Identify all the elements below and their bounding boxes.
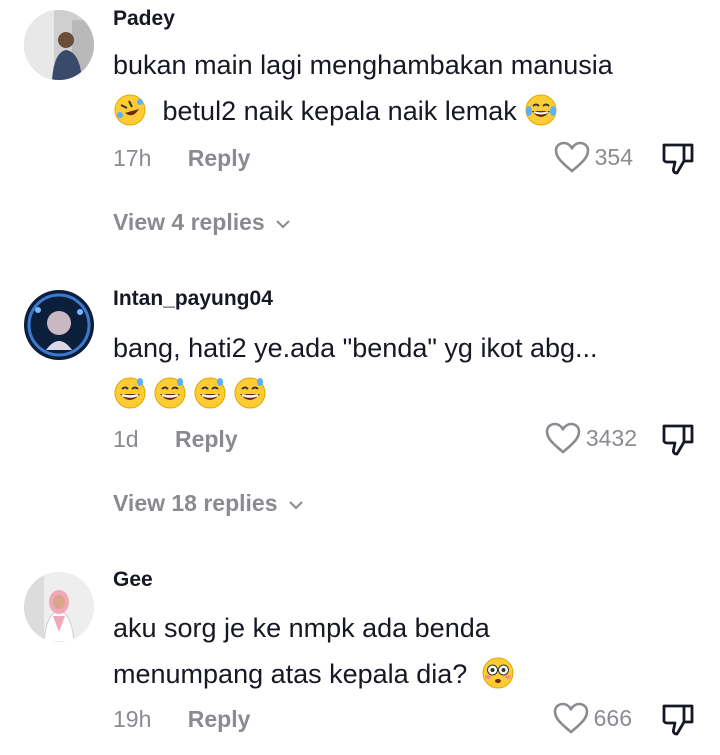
comment-meta: 17h Reply xyxy=(113,145,250,172)
like-count: 3432 xyxy=(585,424,637,451)
heart-icon xyxy=(554,141,589,173)
comment-text: bukan main lagi menghambakan manusia bet… xyxy=(113,42,703,134)
comment-text: aku sorg je ke nmpk ada benda menumpang … xyxy=(113,605,703,697)
heart-icon xyxy=(553,702,588,734)
avatar[interactable] xyxy=(24,572,94,642)
username[interactable]: Gee xyxy=(113,568,153,592)
view-replies-label: View 4 replies xyxy=(113,209,265,235)
view-replies-button[interactable]: View 4 replies xyxy=(113,209,291,236)
comment-meta: 1d Reply xyxy=(113,426,238,453)
comment-meta: 19h Reply xyxy=(113,706,250,733)
view-replies-label: View 18 replies xyxy=(113,490,278,516)
thumbs-down-icon[interactable] xyxy=(660,421,696,457)
comment-line: bukan main lagi menghambakan manusia xyxy=(113,50,613,80)
grinning-sweat-emoji xyxy=(193,376,227,410)
like-count: 666 xyxy=(593,704,632,731)
laughing-tears-emoji xyxy=(524,93,558,127)
reply-button[interactable]: Reply xyxy=(188,706,251,732)
comment-line: betul2 naik kepala naik lemak xyxy=(162,96,517,126)
comment-text: bang, hati2 ye.ada "benda" yg ikot abg..… xyxy=(113,325,703,417)
like-count: 354 xyxy=(594,143,633,170)
comment-line: bang, hati2 ye.ada "benda" yg ikot abg..… xyxy=(113,333,598,363)
heart-icon xyxy=(545,422,581,454)
reply-button[interactable]: Reply xyxy=(188,145,251,171)
thumbs-down-icon[interactable] xyxy=(660,701,696,737)
chevron-down-icon xyxy=(289,501,303,510)
thumbs-down-icon[interactable] xyxy=(660,140,696,176)
timestamp: 19h xyxy=(113,706,152,732)
grinning-sweat-emoji xyxy=(153,376,187,410)
avatar[interactable] xyxy=(24,10,94,80)
grinning-sweat-emoji xyxy=(113,376,147,410)
avatar[interactable] xyxy=(24,290,94,360)
grinning-sweat-emoji xyxy=(233,376,267,410)
rolling-laughing-emoji xyxy=(113,93,147,127)
like-button[interactable]: 666 xyxy=(552,701,632,735)
chevron-down-icon xyxy=(276,220,290,229)
username[interactable]: Padey xyxy=(113,7,175,31)
flushed-emoji xyxy=(481,656,515,690)
reply-button[interactable]: Reply xyxy=(175,426,238,452)
comment-line: aku sorg je ke nmpk ada benda xyxy=(113,613,490,643)
like-button[interactable]: 354 xyxy=(553,140,633,174)
like-button[interactable]: 3432 xyxy=(544,421,637,455)
comment-line: menumpang atas kepala dia? xyxy=(113,659,468,689)
timestamp: 1d xyxy=(113,426,139,452)
view-replies-button[interactable]: View 18 replies xyxy=(113,490,304,517)
username[interactable]: Intan_payung04 xyxy=(113,287,273,311)
timestamp: 17h xyxy=(113,145,152,171)
